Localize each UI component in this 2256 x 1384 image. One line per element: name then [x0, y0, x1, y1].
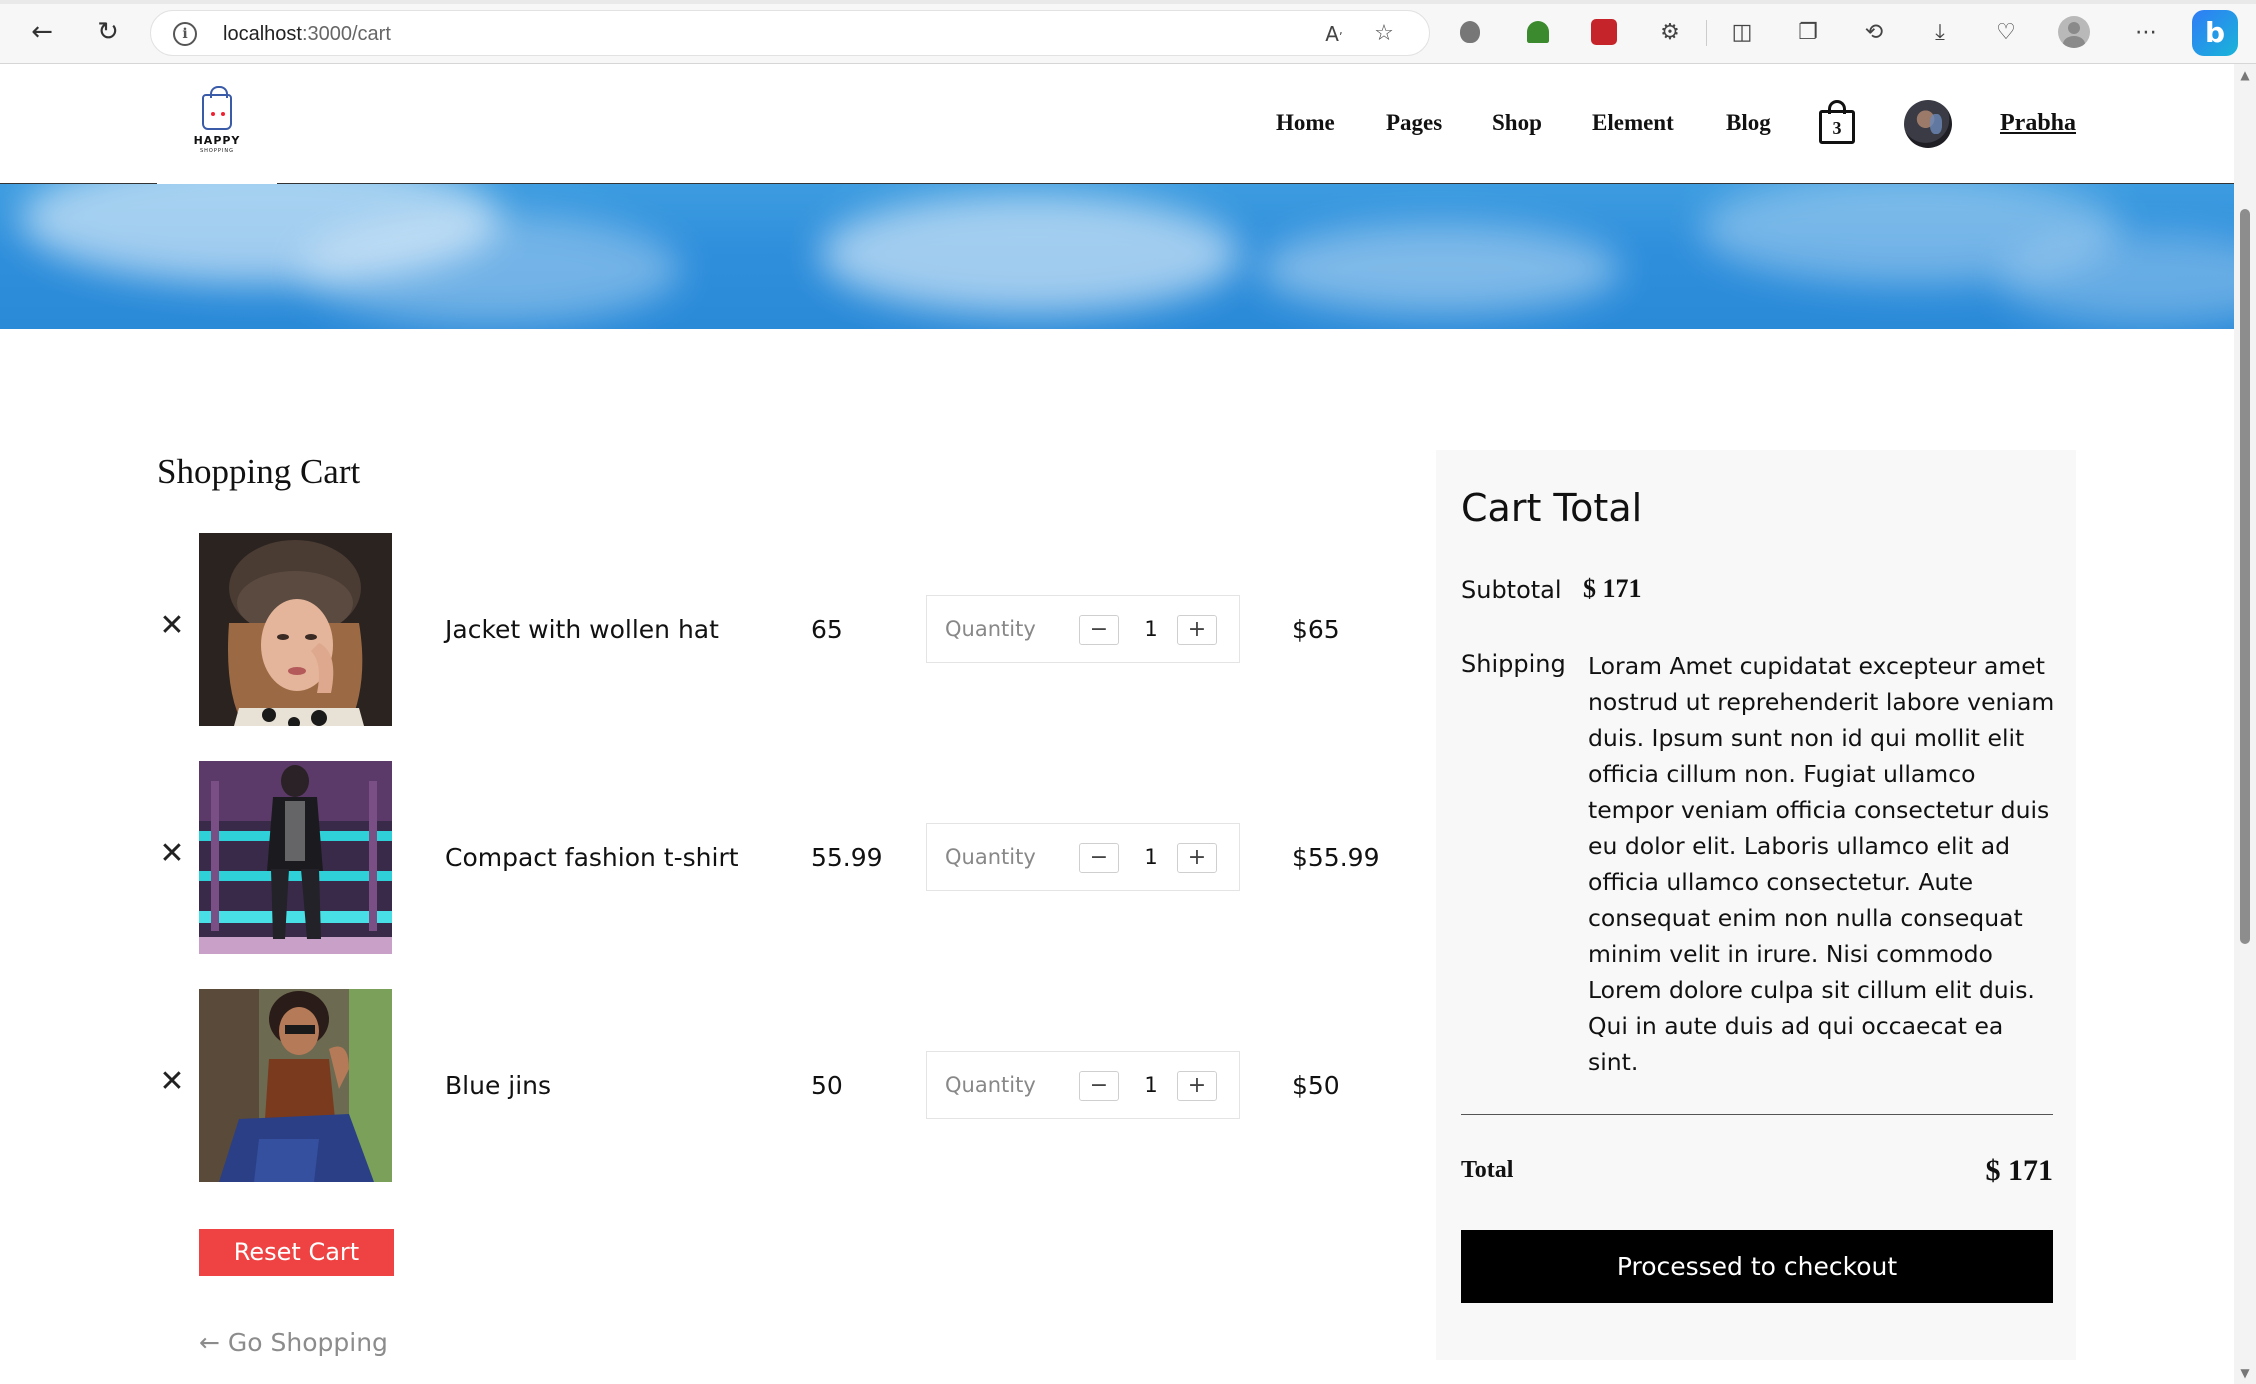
go-shopping-link[interactable]: ← Go Shopping — [199, 1328, 388, 1357]
subtotal-label: Subtotal — [1461, 576, 1562, 604]
product-price: 50 — [811, 1071, 843, 1100]
shipping-description: Loram Amet cupidatat excepteur amet nost… — [1588, 652, 2055, 1076]
url-host: localhost — [223, 23, 302, 45]
page-scrollbar[interactable]: ▲ ▼ — [2234, 64, 2256, 1384]
site-header: HAPPY SHOPPING Home Pages Shop Element B… — [0, 64, 2234, 220]
shopping-cart-title: Shopping Cart — [157, 452, 361, 491]
line-total: $55.99 — [1292, 843, 1380, 872]
summary-divider — [1461, 1114, 2053, 1115]
cart-count-badge: 3 — [1832, 118, 1842, 138]
total-label: Total — [1461, 1157, 1514, 1183]
logo-text: HAPPY — [193, 134, 241, 147]
product-price: 55.99 — [811, 843, 883, 872]
line-total: $65 — [1292, 615, 1340, 644]
refresh-icon[interactable]: ↻ — [88, 12, 128, 52]
product-price: 65 — [811, 615, 843, 644]
product-name[interactable]: Jacket with wollen hat — [445, 615, 719, 644]
tab-strip-edge — [0, 0, 2256, 4]
quantity-label: Quantity — [945, 845, 1036, 869]
performance-icon[interactable]: ♡ — [1988, 14, 2024, 50]
logo-tagline: SHOPPING — [200, 148, 234, 154]
shipping-label: Shipping — [1461, 650, 1566, 678]
scroll-down-icon[interactable]: ▼ — [2238, 1366, 2252, 1380]
increase-quantity-button[interactable]: + — [1177, 615, 1217, 645]
quantity-value[interactable]: 1 — [1141, 845, 1161, 869]
cart-bag-icon[interactable]: 3 — [1818, 100, 1856, 146]
history-icon[interactable]: ⟲ — [1856, 14, 1892, 50]
logo-bag-icon — [202, 86, 232, 130]
hero-banner-image — [0, 184, 2234, 329]
html-tree-extension-icon[interactable] — [1520, 14, 1556, 50]
reset-cart-button[interactable]: Reset Cart — [199, 1229, 394, 1276]
remove-item-icon[interactable]: ✕ — [157, 611, 187, 641]
nav-shop[interactable]: Shop — [1492, 110, 1542, 136]
url-path: :3000/cart — [301, 23, 391, 45]
downloads-icon[interactable]: ⤓ — [1922, 14, 1958, 50]
quantity-label: Quantity — [945, 1073, 1036, 1097]
cart-row: ✕ Blue jins 50 Quantity − 1 + $50 — [157, 989, 1397, 1183]
quantity-stepper: Quantity − 1 + — [926, 1051, 1240, 1119]
cart-row: ✕ Compact fashion t-shirt 55.99 Quantity… — [157, 761, 1397, 955]
product-name[interactable]: Blue jins — [445, 1071, 551, 1100]
info-icon[interactable]: i — [173, 22, 197, 46]
nav-blog[interactable]: Blog — [1726, 110, 1771, 136]
address-bar[interactable]: i localhost:3000/cart Aʼ ☆ — [150, 10, 1430, 56]
quantity-stepper: Quantity − 1 + — [926, 595, 1240, 663]
subtotal-value: $ 171 — [1583, 574, 1642, 603]
line-total: $50 — [1292, 1071, 1340, 1100]
scroll-up-icon[interactable]: ▲ — [2238, 68, 2252, 82]
username-link[interactable]: Prabha — [2000, 110, 2076, 137]
decrease-quantity-button[interactable]: − — [1079, 843, 1119, 873]
browser-toolbar: ← ↻ i localhost:3000/cart Aʼ ☆ ⚙ ◫ ❐ ⟲ ⤓… — [0, 0, 2256, 64]
checkout-button[interactable]: Processed to checkout — [1461, 1230, 2053, 1303]
quantity-value[interactable]: 1 — [1141, 617, 1161, 641]
more-icon[interactable]: ⋯ — [2128, 14, 2164, 50]
remove-item-icon[interactable]: ✕ — [157, 839, 187, 869]
product-name[interactable]: Compact fashion t-shirt — [445, 843, 739, 872]
url-text[interactable]: localhost:3000/cart — [223, 23, 391, 46]
decrease-quantity-button[interactable]: − — [1079, 1071, 1119, 1101]
increase-quantity-button[interactable]: + — [1177, 1071, 1217, 1101]
increase-quantity-button[interactable]: + — [1177, 843, 1217, 873]
cart-total-panel: Cart Total Subtotal $ 171 Shipping Loram… — [1436, 450, 2076, 1360]
red-extension-icon[interactable] — [1586, 14, 1622, 50]
toolbar-separator — [1706, 20, 1707, 46]
quantity-label: Quantity — [945, 617, 1036, 641]
bing-icon[interactable]: b — [2192, 10, 2238, 56]
bug-extension-icon[interactable] — [1452, 14, 1488, 50]
extensions-icon[interactable]: ⚙ — [1652, 14, 1688, 50]
read-aloud-icon[interactable]: Aʼ — [1319, 19, 1349, 49]
product-image[interactable] — [199, 533, 392, 726]
remove-item-icon[interactable]: ✕ — [157, 1067, 187, 1097]
quantity-stepper: Quantity − 1 + — [926, 823, 1240, 891]
total-value: $ 171 — [1985, 1154, 2054, 1187]
nav-pages[interactable]: Pages — [1386, 110, 1442, 136]
split-screen-icon[interactable]: ◫ — [1724, 14, 1760, 50]
nav-home[interactable]: Home — [1276, 110, 1335, 136]
user-avatar[interactable] — [1904, 100, 1952, 148]
product-image[interactable] — [199, 761, 392, 954]
quantity-value[interactable]: 1 — [1141, 1073, 1161, 1097]
profile-icon[interactable] — [2058, 16, 2090, 48]
scroll-thumb[interactable] — [2240, 209, 2250, 944]
collections-icon[interactable]: ❐ — [1790, 14, 1826, 50]
back-icon[interactable]: ← — [22, 12, 62, 52]
favorite-star-icon[interactable]: ☆ — [1369, 19, 1399, 49]
cart-row: ✕ Jacket with wollen hat 65 Quantity − 1… — [157, 533, 1397, 727]
nav-element[interactable]: Element — [1592, 110, 1674, 136]
product-image[interactable] — [199, 989, 392, 1182]
cart-total-title: Cart Total — [1461, 486, 1643, 530]
decrease-quantity-button[interactable]: − — [1079, 615, 1119, 645]
